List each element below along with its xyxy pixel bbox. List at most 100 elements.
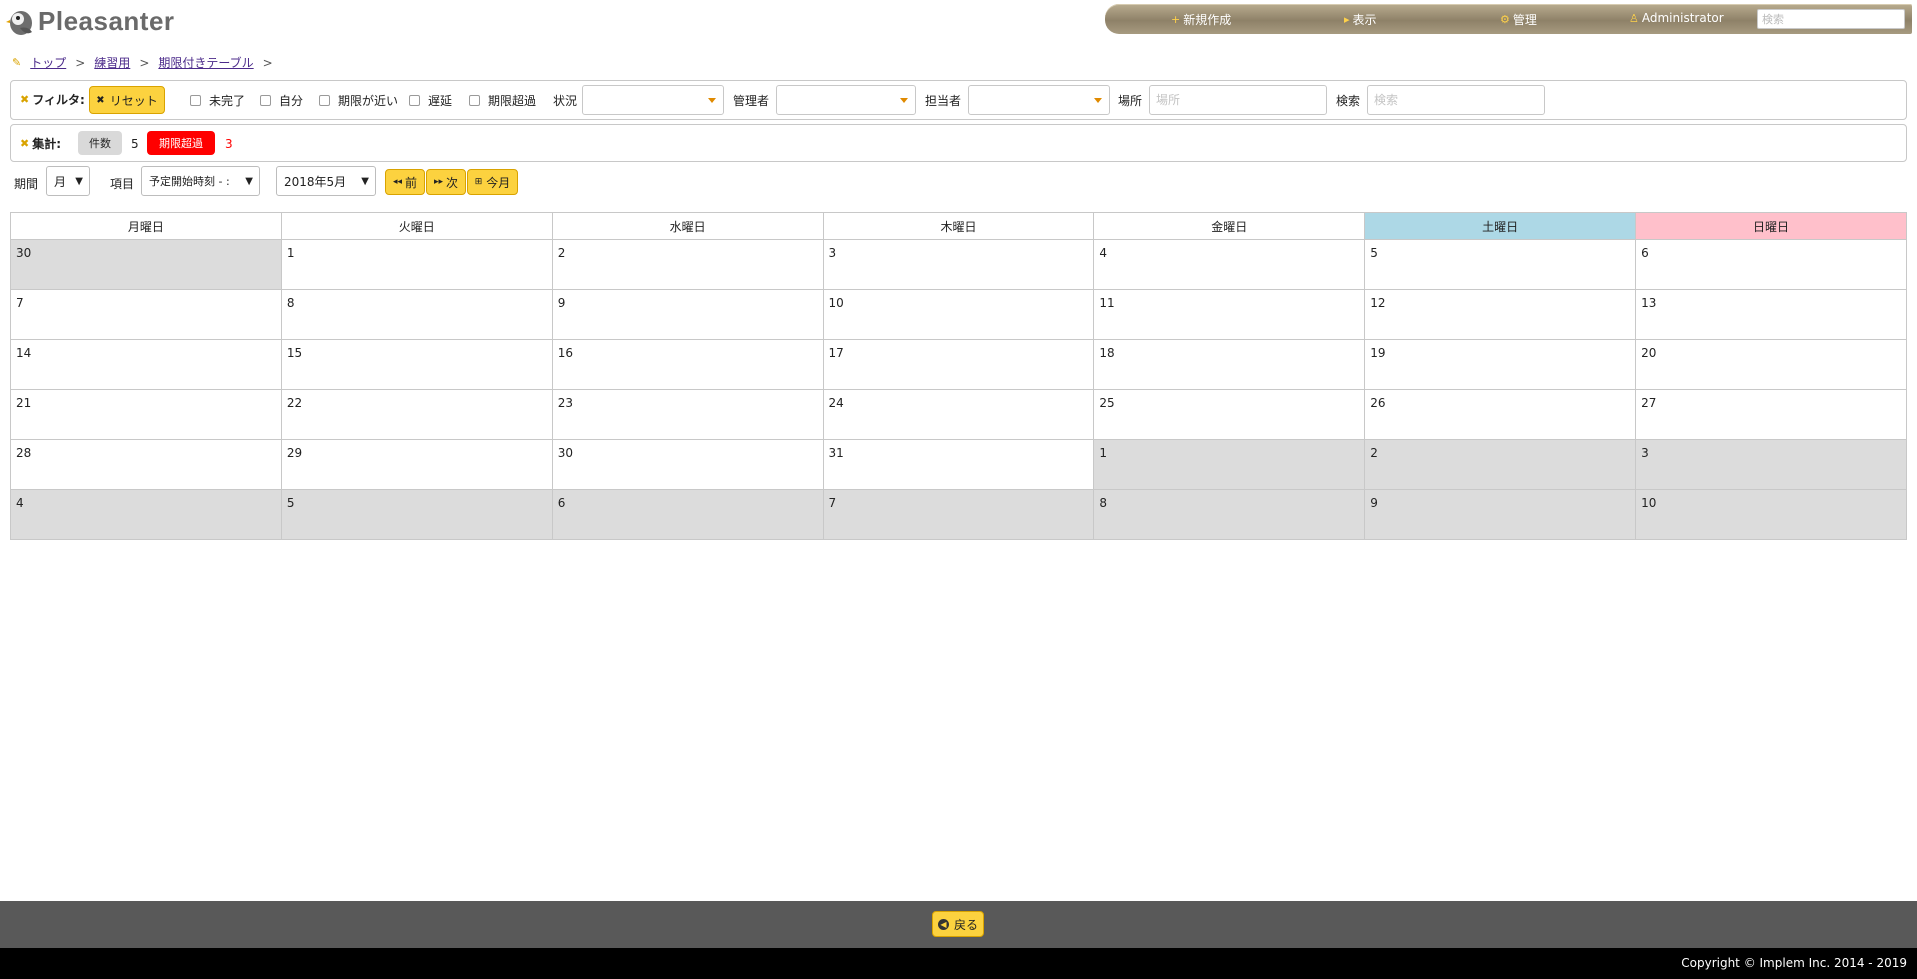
calendar-day-cell[interactable]: 1 <box>1093 439 1366 490</box>
calendar-day-cell[interactable]: 30 <box>551 439 824 490</box>
footer-command-bar: ◀ 戻る <box>0 901 1917 948</box>
calendar-day-cell[interactable]: 12 <box>1364 289 1637 340</box>
manager-select[interactable] <box>776 85 916 115</box>
count-badge[interactable]: 件数 <box>78 131 122 155</box>
calendar-day-cell[interactable]: 18 <box>1093 339 1366 390</box>
this-month-button[interactable]: ⊞ 今月 <box>467 169 518 195</box>
nav-admin-button[interactable]: ⚙ 管理 <box>1500 11 1537 28</box>
checkbox-box[interactable] <box>319 95 330 106</box>
calendar-day-cell[interactable]: 6 <box>1635 239 1907 290</box>
header-search-input[interactable] <box>1757 9 1905 29</box>
overdue-badge[interactable]: 期限超過 <box>147 131 215 155</box>
checkbox-label: 未完了 <box>209 94 246 108</box>
back-button[interactable]: ◀ 戻る <box>932 911 984 937</box>
calendar-week-row: 28 29 30 31 1 2 3 <box>10 439 1907 490</box>
filter-toggle[interactable]: ✖ フィルタ: <box>20 91 85 108</box>
calendar-day-cell[interactable]: 1 <box>280 239 553 290</box>
back-label: 戻る <box>953 917 978 932</box>
calendar-day-cell[interactable]: 9 <box>551 289 824 340</box>
calendar-day-cell[interactable]: 9 <box>1364 489 1637 540</box>
next-button[interactable]: ▸▸ 次 <box>426 169 466 195</box>
calendar-day-cell[interactable]: 7 <box>822 489 1095 540</box>
calendar-day-cell[interactable]: 16 <box>551 339 824 390</box>
calendar-day-cell[interactable]: 10 <box>822 289 1095 340</box>
calendar-day-cell[interactable]: 24 <box>822 389 1095 440</box>
dropdown-caret-icon <box>900 98 908 103</box>
copyright-bar: Copyright © Implem Inc. 2014 - 2019 <box>0 948 1917 979</box>
weekday-header-saturday: 土曜日 <box>1364 212 1637 240</box>
calendar-day-cell[interactable]: 21 <box>10 389 282 440</box>
calendar-day-cell[interactable]: 3 <box>822 239 1095 290</box>
calendar-day-cell[interactable]: 31 <box>822 439 1095 490</box>
calendar-day-cell[interactable]: 8 <box>280 289 553 340</box>
period-select[interactable]: 月 ▼ <box>46 166 90 196</box>
calendar-day-cell[interactable]: 28 <box>10 439 282 490</box>
calendar-day-cell[interactable]: 23 <box>551 389 824 440</box>
month-select[interactable]: 2018年5月 ▼ <box>276 166 376 196</box>
aggregation-toggle[interactable]: ✖ 集計: <box>20 135 61 152</box>
double-right-arrow-icon: ▸▸ <box>433 177 444 187</box>
calendar-day-cell[interactable]: 26 <box>1364 389 1637 440</box>
calendar-day-cell[interactable]: 22 <box>280 389 553 440</box>
calendar-day-cell[interactable]: 5 <box>1364 239 1637 290</box>
calendar-day-cell[interactable]: 20 <box>1635 339 1907 390</box>
checkbox-box[interactable] <box>260 95 271 106</box>
calendar-day-cell[interactable]: 6 <box>551 489 824 540</box>
calendar-day-cell[interactable]: 10 <box>1635 489 1907 540</box>
calendar-day-cell[interactable]: 5 <box>280 489 553 540</box>
checkbox-overdue[interactable]: 期限超過 <box>469 92 536 109</box>
calendar-day-cell[interactable]: 19 <box>1364 339 1637 390</box>
nav-new-button[interactable]: + 新規作成 <box>1171 11 1231 28</box>
checkbox-self[interactable]: 自分 <box>260 92 303 109</box>
calendar-day-cell[interactable]: 4 <box>10 489 282 540</box>
calendar-day-cell[interactable]: 13 <box>1635 289 1907 340</box>
app-logo[interactable]: Pleasanter <box>6 4 175 38</box>
checkbox-incomplete[interactable]: 未完了 <box>190 92 245 109</box>
nav-view-button[interactable]: ▸ 表示 <box>1344 11 1377 28</box>
breadcrumb-practice[interactable]: 練習用 <box>94 54 130 71</box>
search-input[interactable] <box>1367 85 1545 115</box>
breadcrumb-top[interactable]: トップ <box>30 54 66 71</box>
nav-view-label: 表示 <box>1352 13 1377 27</box>
calendar-day-cell[interactable]: 11 <box>1093 289 1366 340</box>
prev-button[interactable]: ◂◂ 前 <box>385 169 425 195</box>
owner-select[interactable] <box>968 85 1110 115</box>
checkbox-label: 自分 <box>279 94 304 108</box>
back-arrow-icon: ◀ <box>937 918 949 930</box>
checkbox-label: 期限超過 <box>488 94 537 108</box>
calendar-day-cell[interactable]: 4 <box>1093 239 1366 290</box>
reset-icon: ✖ <box>96 94 105 106</box>
breadcrumb-table[interactable]: 期限付きテーブル <box>158 54 253 71</box>
logo-text: Pleasanter <box>38 5 175 36</box>
calendar-day-cell[interactable]: 27 <box>1635 389 1907 440</box>
checkbox-box[interactable] <box>409 95 420 106</box>
checkbox-near-deadline[interactable]: 期限が近い <box>319 92 398 109</box>
nav-user-button[interactable]: ♙ Administrator <box>1629 11 1724 25</box>
calendar-day-cell[interactable]: 30 <box>10 239 282 290</box>
calendar-day-cell[interactable]: 25 <box>1093 389 1366 440</box>
calendar-week-row: 30 1 2 3 4 5 6 <box>10 239 1907 290</box>
calendar-day-cell[interactable]: 2 <box>551 239 824 290</box>
item-select[interactable]: 予定開始時刻 - : ▼ <box>141 166 260 196</box>
calendar-day-cell[interactable]: 3 <box>1635 439 1907 490</box>
checkbox-delay[interactable]: 遅延 <box>409 92 452 109</box>
breadcrumb: ✎ トップ > 練習用 > 期限付きテーブル > <box>12 54 273 71</box>
status-select[interactable] <box>582 85 724 115</box>
month-calendar: 月曜日 火曜日 水曜日 木曜日 金曜日 土曜日 日曜日 30 1 2 3 4 5… <box>10 212 1907 540</box>
checkbox-box[interactable] <box>190 95 201 106</box>
breadcrumb-separator: > <box>262 55 273 70</box>
dropdown-arrow-icon: ▼ <box>243 176 253 187</box>
breadcrumb-separator: > <box>139 55 150 70</box>
calendar-day-cell[interactable]: 14 <box>10 339 282 390</box>
calendar-day-cell[interactable]: 15 <box>280 339 553 390</box>
checkbox-box[interactable] <box>469 95 480 106</box>
location-input[interactable] <box>1149 85 1327 115</box>
calendar-day-cell[interactable]: 7 <box>10 289 282 340</box>
calendar-day-cell[interactable]: 17 <box>822 339 1095 390</box>
filter-label: フィルタ: <box>32 93 85 107</box>
calendar-day-cell[interactable]: 2 <box>1364 439 1637 490</box>
copyright-text: Copyright © Implem Inc. 2014 - 2019 <box>1681 956 1907 970</box>
calendar-day-cell[interactable]: 8 <box>1093 489 1366 540</box>
calendar-day-cell[interactable]: 29 <box>280 439 553 490</box>
reset-button[interactable]: ✖ リセット <box>89 86 165 114</box>
